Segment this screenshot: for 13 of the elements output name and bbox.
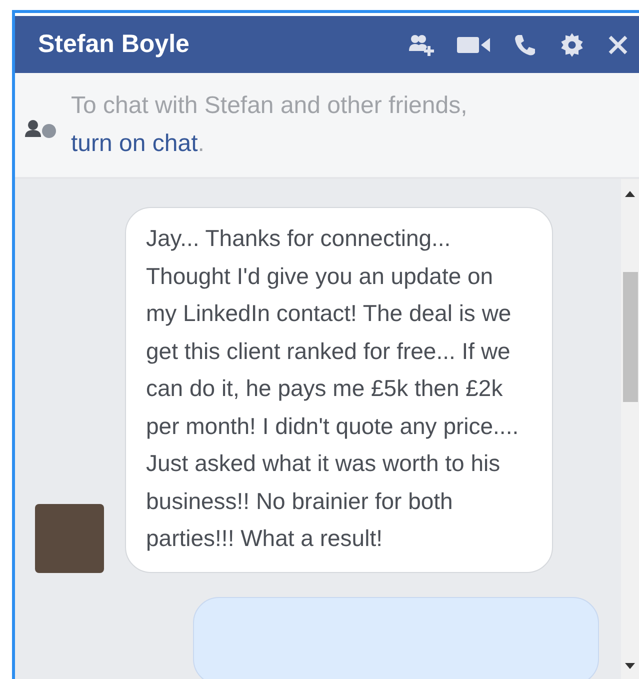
chat-off-notice: To chat with Stefan and other friends, turn on chat. — [71, 91, 468, 159]
message-bubble: Jay... Thanks for connecting... Thought I'd give you an update on my LinkedIn contact! The deal is we get this client ranked for free... If we can do it, he pays me £5k then £2k per month! I didn't quote any price.... Just asked what it was worth to his business!! No brainier for both parties!!! What a result! — [125, 207, 553, 572]
scroll-up-icon[interactable] — [625, 191, 635, 197]
settings-icon[interactable] — [559, 32, 585, 58]
turn-on-chat-link[interactable]: turn on chat — [71, 130, 198, 157]
video-camera-icon[interactable] — [457, 36, 491, 54]
add-person-icon[interactable] — [409, 34, 435, 56]
scroll-down-icon[interactable] — [625, 663, 635, 669]
close-icon[interactable] — [607, 34, 629, 56]
contact-name: Stefan Boyle — [38, 30, 190, 59]
scrollbar-thumb[interactable] — [623, 272, 638, 402]
scrollbar[interactable] — [621, 179, 639, 679]
avatar-photo-placeholder — [35, 504, 104, 572]
